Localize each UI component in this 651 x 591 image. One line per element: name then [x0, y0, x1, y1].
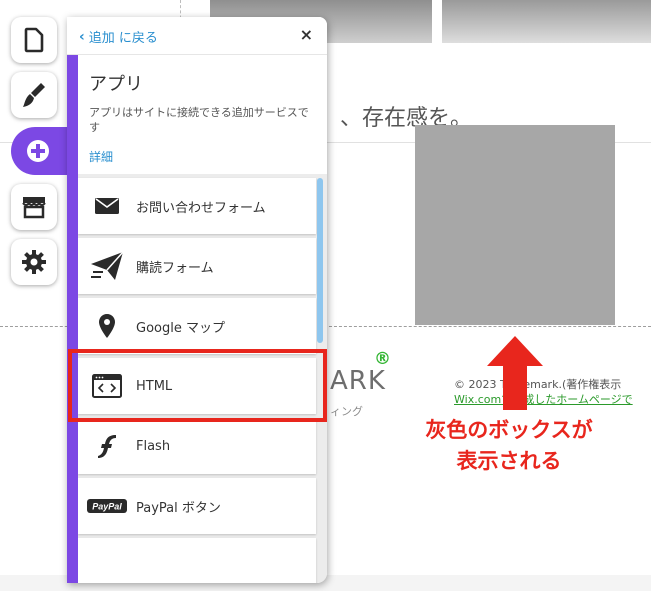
apps-list: お問い合わせフォーム 購読フォーム Google マップ HTML Flash … — [78, 174, 327, 583]
svg-text:PayPal: PayPal — [92, 502, 122, 512]
list-item-html[interactable]: HTML — [78, 358, 316, 414]
close-button[interactable]: × — [300, 25, 313, 44]
gear-icon — [22, 250, 46, 274]
annotation-line: 表示される — [456, 449, 562, 473]
list-item-subscribe-form[interactable]: 購読フォーム — [78, 238, 316, 294]
paintbrush-icon — [23, 83, 45, 107]
paypal-icon: PayPal — [87, 499, 127, 513]
paper-plane-icon — [91, 251, 124, 280]
map-pin-icon — [99, 314, 115, 338]
wix-credit-link[interactable]: Wix.comで作成したホームページで — [454, 391, 651, 407]
envelope-icon — [95, 198, 119, 214]
html-embed-placeholder-box[interactable] — [415, 125, 615, 325]
panel-title: アプリ — [89, 74, 143, 95]
back-link-label: 追加 に戻る — [88, 31, 158, 46]
list-scrollbar[interactable] — [317, 178, 323, 343]
add-apps-panel: ‹ 追加 に戻る × アプリ アプリはサイトに接続できる追加サービスです 詳細 … — [67, 17, 327, 583]
registered-mark: ® — [374, 349, 391, 369]
settings-button[interactable] — [11, 239, 57, 285]
list-item-label: Flash — [136, 438, 171, 454]
list-item-label: 購読フォーム — [136, 260, 214, 276]
list-item-google-maps[interactable]: Google マップ — [78, 298, 316, 354]
copyright-text[interactable]: © 2023 Trademark.(著作権表示 — [454, 376, 651, 392]
gallery-image[interactable] — [442, 0, 651, 43]
list-item-flash[interactable]: Flash — [78, 418, 316, 474]
list-item-label: お問い合わせフォーム — [136, 200, 266, 216]
panel-accent-bar — [67, 55, 78, 583]
list-item-paypal-button[interactable]: PayPal PayPal ボタン — [78, 478, 316, 534]
details-link[interactable]: 詳細 — [89, 148, 113, 165]
footer-logo-subtitle[interactable]: ィング — [330, 403, 363, 419]
up-arrow-icon — [487, 336, 543, 410]
store-button[interactable] — [11, 184, 57, 230]
list-item-label: Google マップ — [136, 320, 225, 336]
list-item-more[interactable] — [78, 538, 316, 583]
design-button[interactable] — [11, 72, 57, 118]
add-button[interactable] — [11, 127, 71, 175]
panel-header: ‹ 追加 に戻る × — [67, 17, 327, 55]
list-item-contact-form[interactable]: お問い合わせフォーム — [78, 178, 316, 234]
page-icon — [24, 27, 44, 53]
chevron-left-icon: ‹ — [79, 28, 85, 45]
plus-circle-icon — [27, 140, 49, 162]
annotation-line: 灰色のボックスが — [425, 418, 593, 442]
store-icon — [22, 197, 46, 219]
code-window-icon — [92, 374, 122, 398]
back-to-add-link[interactable]: ‹ 追加 に戻る — [79, 27, 158, 47]
list-item-label: HTML — [136, 378, 173, 394]
flash-icon — [98, 435, 116, 458]
list-item-label: PayPal ボタン — [136, 500, 221, 516]
annotation-caption: 灰色のボックスが 表示される — [414, 415, 604, 477]
panel-description: アプリはサイトに接続できる追加サービスです — [89, 106, 309, 134]
footer-logo-text[interactable]: ARK — [330, 366, 386, 396]
pages-button[interactable] — [11, 17, 57, 63]
